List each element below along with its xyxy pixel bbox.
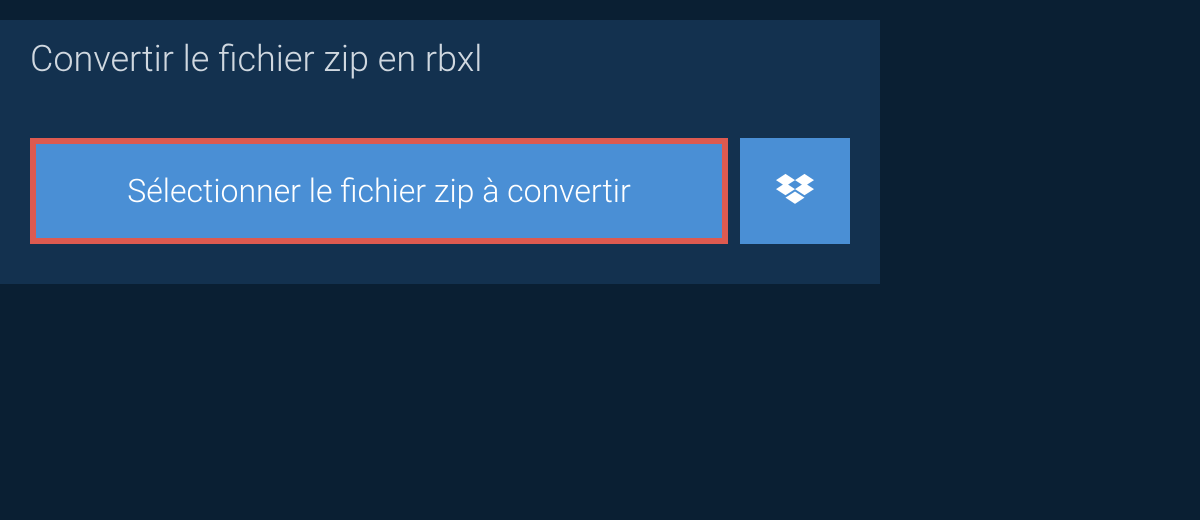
page-title: Convertir le fichier zip en rbxl — [30, 38, 482, 80]
title-bar: Convertir le fichier zip en rbxl — [0, 20, 512, 98]
button-row: Sélectionner le fichier zip à convertir — [0, 98, 880, 284]
dropbox-icon — [776, 173, 814, 209]
dropbox-button[interactable] — [740, 138, 850, 244]
select-file-button-label: Sélectionner le fichier zip à convertir — [127, 172, 630, 210]
select-file-button[interactable]: Sélectionner le fichier zip à convertir — [30, 138, 728, 244]
converter-panel: Convertir le fichier zip en rbxl Sélecti… — [0, 20, 880, 284]
